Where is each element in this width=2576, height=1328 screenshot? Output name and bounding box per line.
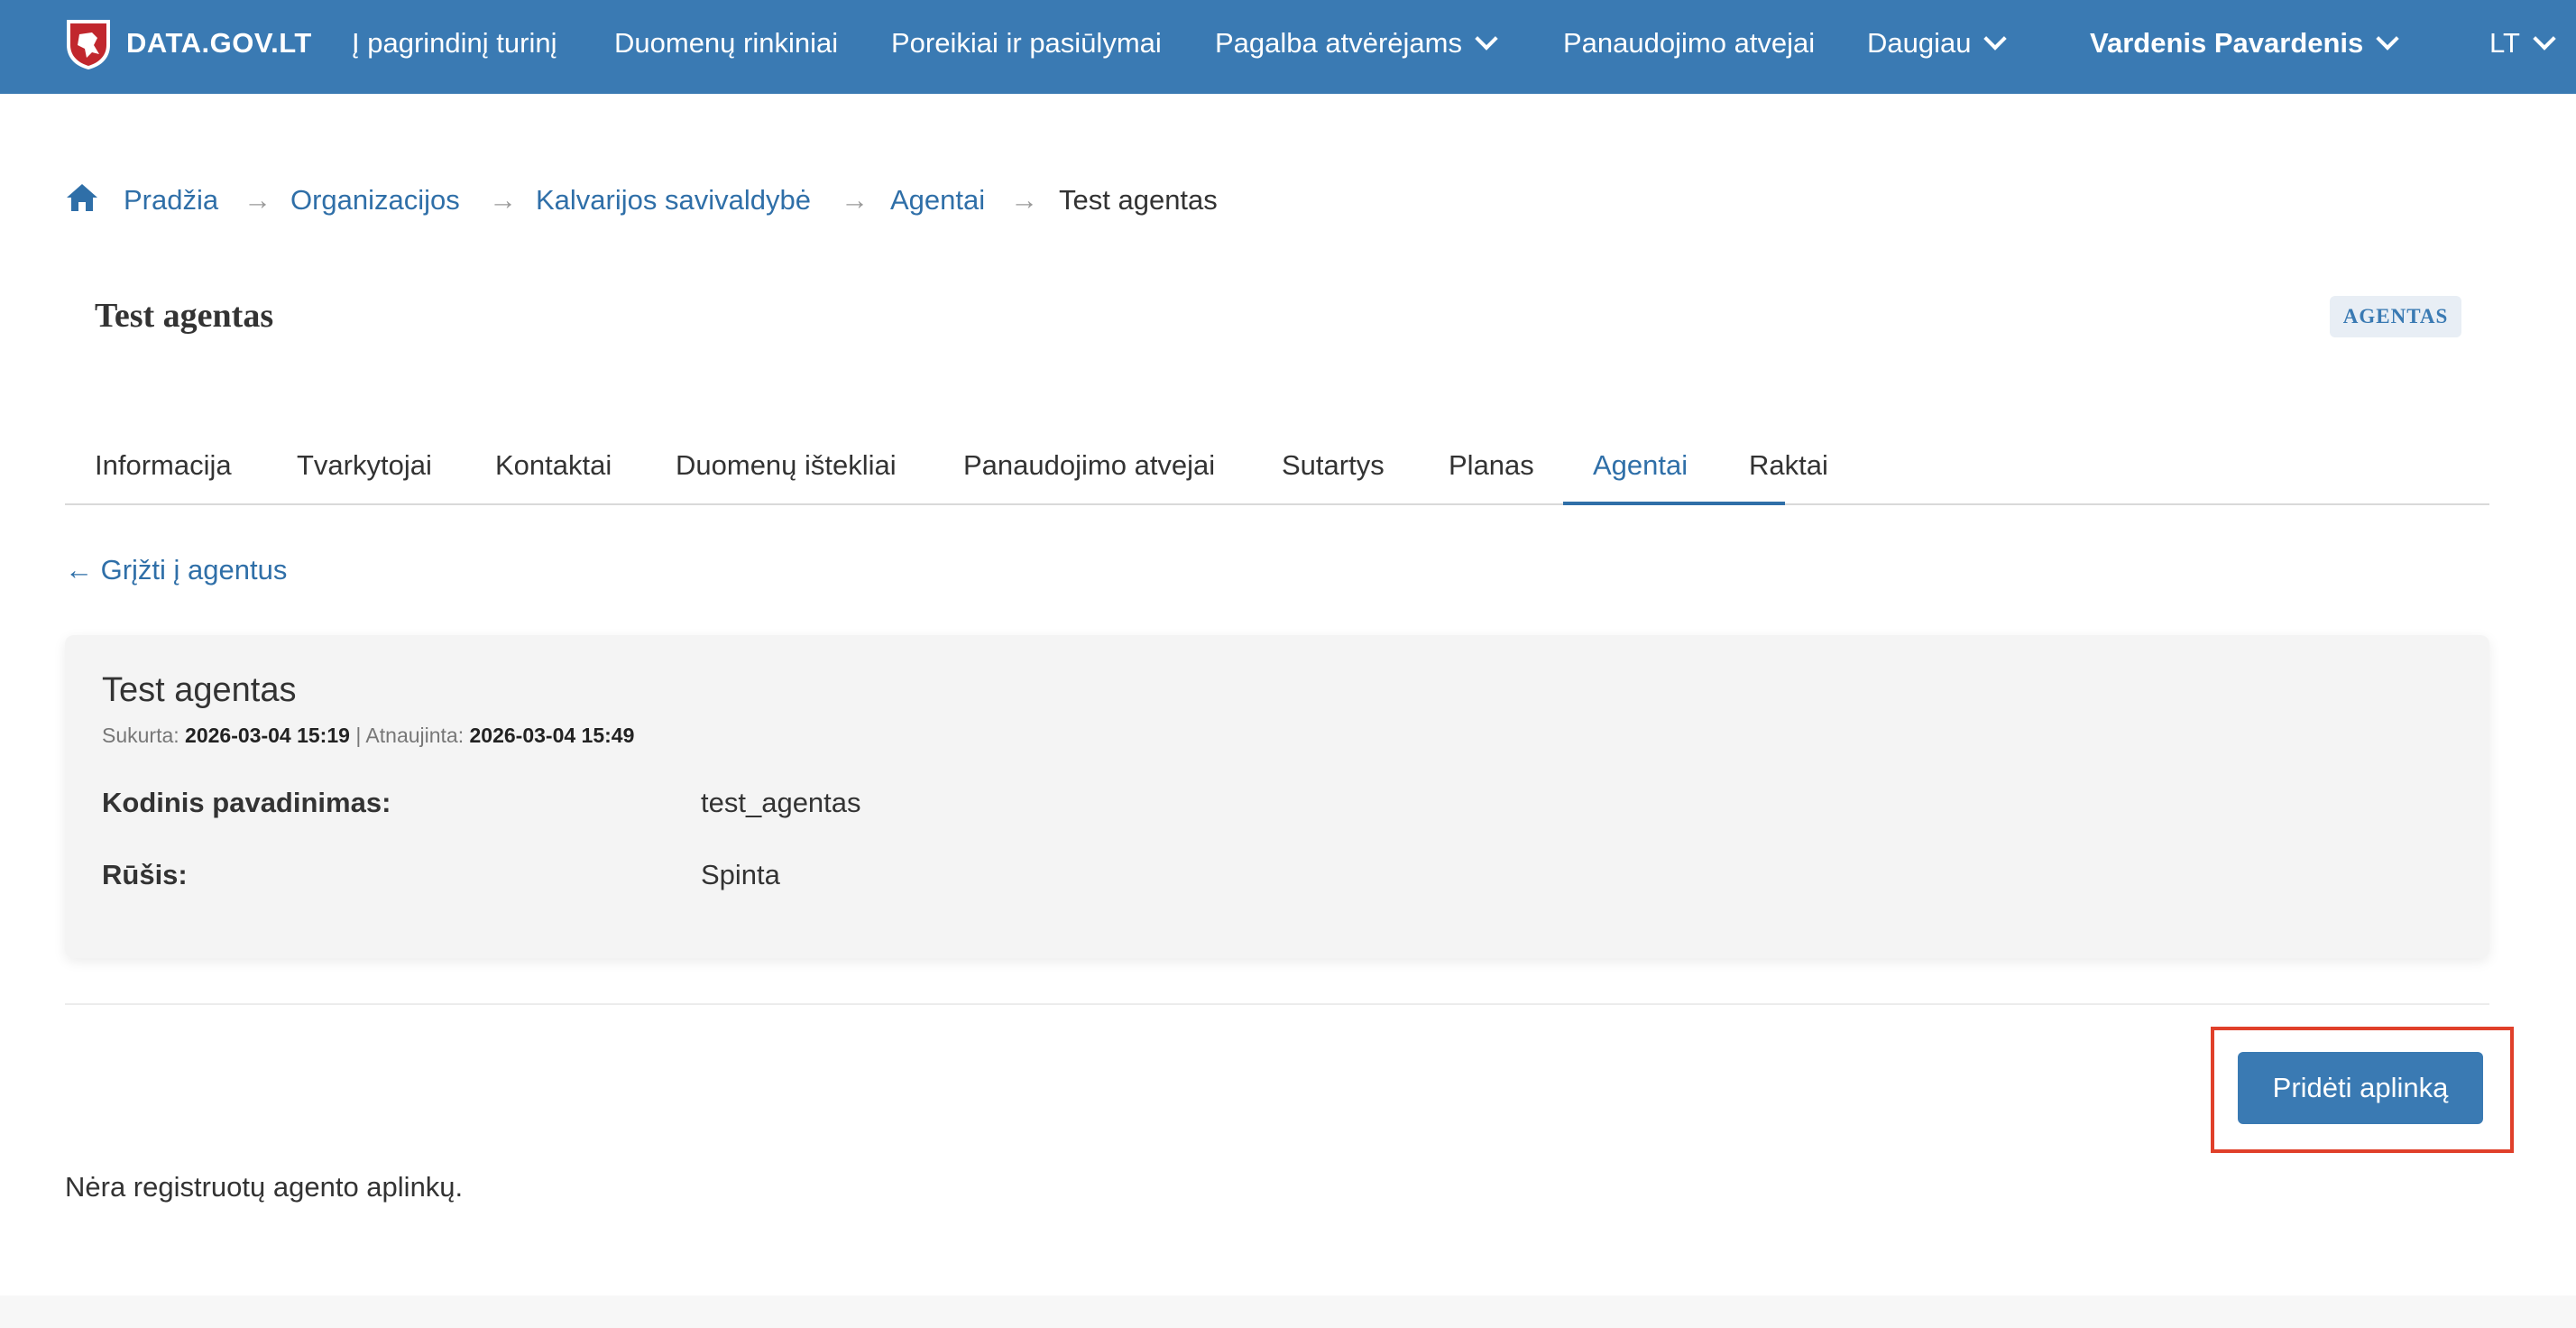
- section-divider: [65, 1003, 2489, 1005]
- tab-plan[interactable]: Planas: [1449, 449, 1534, 482]
- language-label: LT: [2489, 27, 2520, 59]
- nav-help-publishers[interactable]: Pagalba atvėrėjams: [1215, 27, 1498, 60]
- nav-use-cases[interactable]: Panaudojimo atvejai: [1563, 27, 1815, 60]
- agent-name: Test agentas: [102, 671, 297, 709]
- code-name-value: test_agentas: [701, 787, 861, 818]
- type-badge: AGENTAS: [2330, 296, 2461, 337]
- user-menu[interactable]: Vardenis Pavardenis: [2090, 27, 2400, 60]
- tab-contacts[interactable]: Kontaktai: [495, 449, 612, 482]
- organization-tabs: Informacija Tvarkytojai Kontaktai Duomen…: [65, 433, 2489, 505]
- arrow-right-icon: →: [1010, 184, 1038, 216]
- code-name-label: Kodinis pavadinimas:: [102, 787, 391, 818]
- page-title: Test agentas: [95, 297, 274, 335]
- breadcrumb-organization[interactable]: Kalvarijos savivaldybė: [536, 184, 811, 217]
- created-value: 2026-03-04 15:19: [185, 724, 350, 747]
- breadcrumb-agents[interactable]: Agentai: [890, 184, 985, 217]
- created-label: Sukurta:: [102, 724, 179, 747]
- breadcrumb-home[interactable]: Pradžia: [124, 184, 218, 217]
- type-value: Spinta: [701, 859, 780, 890]
- active-tab-indicator: [1563, 502, 1785, 505]
- empty-environments-message: Nėra registruotų agento aplinkų.: [65, 1171, 464, 1203]
- chevron-down-icon: [1475, 27, 1498, 51]
- chevron-down-icon: [2533, 27, 2556, 51]
- tab-information[interactable]: Informacija: [95, 449, 232, 482]
- tab-managers[interactable]: Tvarkytojai: [297, 449, 432, 482]
- tab-keys[interactable]: Raktai: [1749, 449, 1828, 482]
- add-environment-button[interactable]: Pridėti aplinką: [2238, 1052, 2483, 1124]
- arrow-right-icon: →: [244, 184, 271, 216]
- updated-label: Atnaujinta:: [365, 724, 465, 747]
- nav-more[interactable]: Daugiau: [1867, 27, 2008, 60]
- nav-datasets[interactable]: Duomenų rinkiniai: [614, 27, 838, 60]
- footer-strip: [0, 1296, 2576, 1328]
- meta-separator: |: [355, 724, 362, 747]
- tab-contracts[interactable]: Sutartys: [1282, 449, 1385, 482]
- nav-requests-offers[interactable]: Poreikiai ir pasiūlymai: [891, 27, 1162, 60]
- updated-value: 2026-03-04 15:49: [469, 724, 635, 747]
- tab-agents[interactable]: Agentai: [1593, 449, 1688, 482]
- tab-data-resources[interactable]: Duomenų ištekliai: [676, 449, 897, 482]
- tab-use-cases[interactable]: Panaudojimo atvejai: [963, 449, 1215, 482]
- arrow-right-icon: →: [841, 184, 869, 216]
- type-label: Rūšis:: [102, 859, 188, 890]
- breadcrumb-current: Test agentas: [1059, 184, 1218, 216]
- chevron-down-icon: [2376, 27, 2400, 51]
- user-name: Vardenis Pavardenis: [2090, 27, 2364, 59]
- nav-skip-to-content[interactable]: Į pagrindinį turinį: [352, 27, 557, 60]
- coat-of-arms-icon[interactable]: [65, 18, 112, 70]
- nav-more-label: Daugiau: [1867, 27, 1972, 59]
- breadcrumb-organizations[interactable]: Organizacijos: [290, 184, 460, 217]
- arrow-right-icon: →: [489, 184, 517, 216]
- agent-details-card: Test agentas Sukurta: 2026-03-04 15:19 |…: [65, 635, 2489, 958]
- agent-timestamps: Sukurta: 2026-03-04 15:19 | Atnaujinta: …: [102, 724, 634, 748]
- back-to-agents-link[interactable]: ← Grįžti į agentus: [65, 554, 287, 586]
- top-navigation-bar: DATA.GOV.LT Į pagrindinį turinį Duomenų …: [0, 0, 2576, 94]
- nav-help-publishers-label: Pagalba atvėrėjams: [1215, 27, 1462, 59]
- site-brand-link[interactable]: DATA.GOV.LT: [126, 27, 312, 60]
- home-icon[interactable]: [65, 182, 99, 213]
- language-selector[interactable]: LT: [2489, 27, 2556, 60]
- chevron-down-icon: [1983, 27, 2008, 51]
